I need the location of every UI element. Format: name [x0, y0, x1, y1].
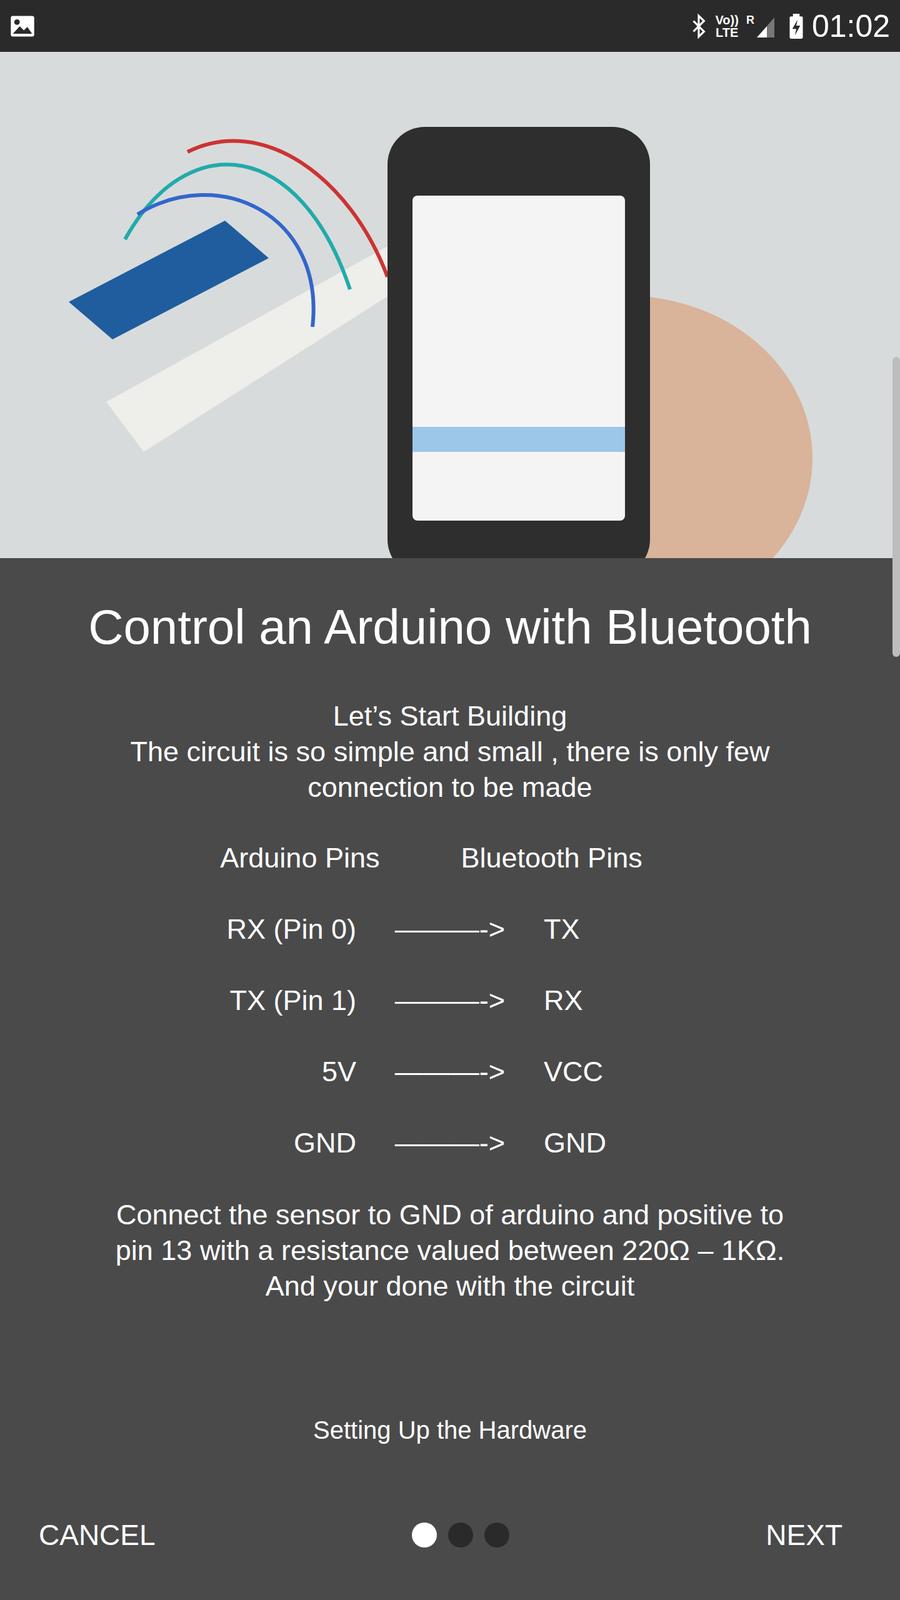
intro-line: connection to be made [130, 769, 770, 805]
note-line: Connect the sensor to GND of arduino and… [115, 1196, 785, 1233]
bluetooth-pin: TX [543, 913, 580, 946]
note-line: pin 13 with a resistance valued between … [115, 1232, 785, 1269]
bluetooth-pin: GND [543, 1126, 607, 1160]
image-notification-icon [8, 12, 37, 40]
connection-arrow: ———-> [395, 984, 505, 1017]
pin-row: GND ———-> GND [106, 1107, 794, 1179]
status-bar: Vo))LTE R 01:02 [0, 0, 900, 52]
bluetooth-pin: RX [543, 984, 584, 1017]
status-icons: Vo))LTE R 01:02 [691, 8, 890, 45]
tutorial-title: Control an Arduino with Bluetooth [88, 596, 812, 659]
cancel-button[interactable]: CANCEL [38, 1518, 156, 1552]
note-text: Connect the sensor to GND of arduino and… [115, 1196, 785, 1304]
roaming-label: R [746, 13, 755, 27]
bottom-bar: CANCEL NEXT [0, 1470, 900, 1600]
volte-label: Vo)) [715, 13, 739, 27]
intro-heading: Let’s Start Building [130, 698, 770, 734]
connection-arrow: ———-> [395, 1055, 505, 1089]
pin-row: TX (Pin 1) ———-> RX [106, 965, 794, 1037]
volte-indicator: Vo))LTE [715, 13, 739, 39]
page-indicator [411, 1522, 510, 1548]
lte-label: LTE [715, 26, 739, 39]
note-line: And your done with the circuit [115, 1268, 785, 1304]
intro-line: The circuit is so simple and small , the… [130, 733, 770, 770]
signal-indicator: R [746, 13, 781, 39]
pin-table-header: Arduino Pins Bluetooth Pins [106, 822, 794, 894]
page-dot[interactable] [484, 1522, 510, 1548]
arduino-pin: GND [293, 1126, 357, 1160]
arduino-pin: 5V [321, 1055, 357, 1089]
pin-row: 5V ———-> VCC [106, 1036, 794, 1108]
tutorial-screen: Vo))LTE R 01:02 Control an Arduino with Blu… [0, 0, 900, 1600]
step-label: Setting Up the Hardware [313, 1412, 587, 1449]
signal-icon [755, 13, 781, 39]
tutorial-content: Control an Arduino with Bluetooth Let’s S… [0, 558, 900, 1600]
page-dot[interactable] [411, 1522, 437, 1548]
page-dot[interactable] [448, 1522, 474, 1548]
connection-arrow: ———-> [395, 1126, 505, 1160]
intro-text: Let’s Start BuildingThe circuit is so si… [130, 698, 770, 805]
arduino-pin: TX (Pin 1) [229, 984, 357, 1017]
battery-charging-icon [788, 13, 805, 40]
tutorial-photo [0, 51, 900, 559]
bluetooth-icon [691, 13, 708, 40]
pin-row: RX (Pin 0) ———-> TX [106, 893, 794, 965]
arduino-pin: RX (Pin 0) [226, 913, 357, 946]
pin-table: Arduino Pins Bluetooth Pins RX (Pin 0) ———-… [106, 822, 794, 1179]
bluetooth-pin: VCC [543, 1055, 604, 1089]
clock: 01:02 [811, 8, 890, 45]
arduino-photo-icon [0, 51, 900, 559]
next-button[interactable]: NEXT [765, 1518, 843, 1552]
connection-arrow: ———-> [395, 913, 505, 946]
column-header: Bluetooth Pins [460, 841, 642, 875]
column-header: Arduino Pins [220, 841, 380, 875]
scrollbar-thumb [892, 356, 900, 657]
